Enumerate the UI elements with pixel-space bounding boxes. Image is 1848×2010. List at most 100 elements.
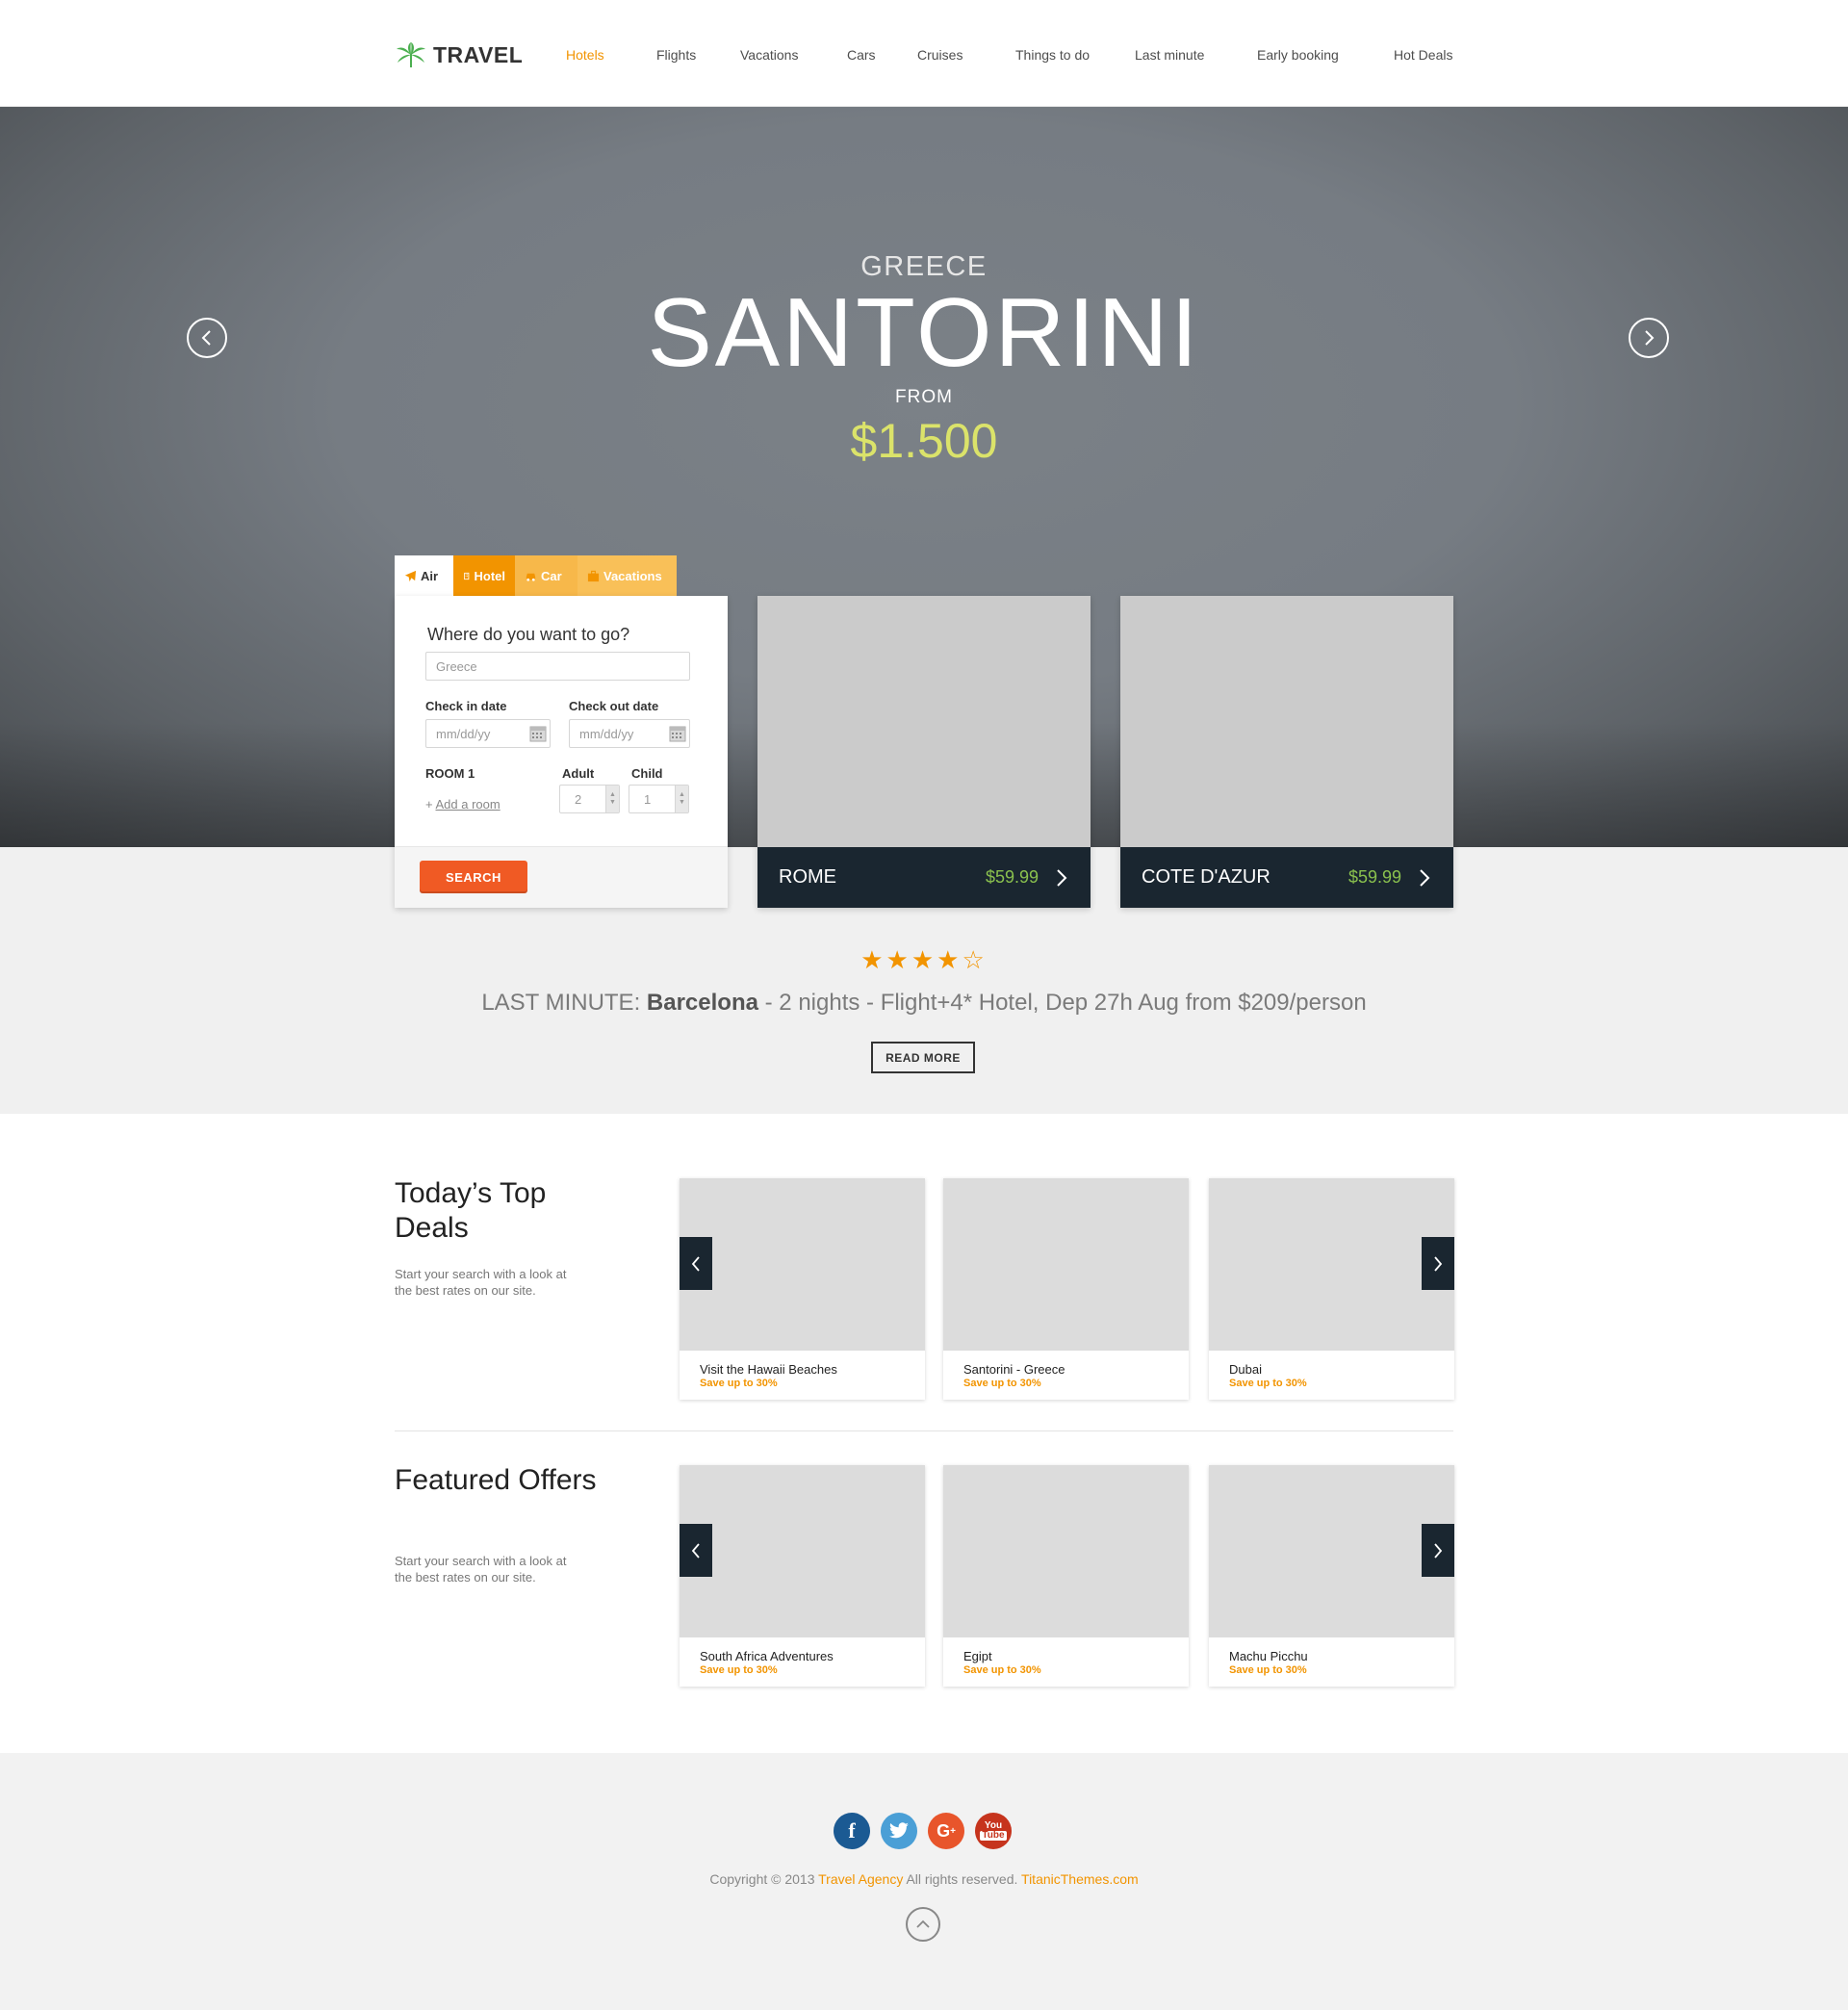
destination-input[interactable]: Greece (425, 652, 690, 681)
adult-value: 2 (575, 791, 582, 807)
destination-card[interactable]: COTE D'AZUR $59.99 (1120, 596, 1453, 908)
site-link[interactable]: TitanicThemes.com (1021, 1871, 1139, 1887)
car-icon (526, 573, 536, 581)
hero-prev-button[interactable] (187, 318, 227, 358)
copyright-rights: All rights reserved. (906, 1871, 1018, 1887)
tab-air[interactable]: Air (395, 555, 453, 596)
offer-title: Egipt (963, 1649, 992, 1663)
logo[interactable]: TRAVEL (395, 39, 523, 71)
youtube-icon[interactable]: You Tube (975, 1813, 1012, 1849)
facebook-icon[interactable]: f (834, 1813, 870, 1849)
offer-subtitle: Save up to 30% (700, 1664, 778, 1676)
deal-title: Santorini - Greece (963, 1362, 1065, 1377)
chevron-up-icon (916, 1920, 930, 1928)
checkin-input[interactable]: mm/dd/yy (425, 719, 551, 748)
tab-hotel[interactable]: Hotel (453, 555, 515, 596)
nav-cars[interactable]: Cars (847, 47, 876, 63)
search-tabs: Air Hotel Car Vacations (395, 555, 677, 596)
rating-stars: ★★★★☆ (860, 945, 988, 974)
room-label: ROOM 1 (425, 766, 475, 781)
checkout-input[interactable]: mm/dd/yy (569, 719, 690, 748)
twitter-icon[interactable] (881, 1813, 917, 1849)
read-more-button[interactable]: READ MORE (871, 1042, 975, 1073)
deal-title: Dubai (1229, 1362, 1262, 1377)
building-icon (464, 572, 470, 580)
nav-cruises[interactable]: Cruises (917, 47, 962, 63)
calendar-icon[interactable] (528, 724, 548, 743)
nav-last-minute[interactable]: Last minute (1135, 47, 1204, 63)
top-deals-description: Start your search with a look at the bes… (395, 1267, 567, 1298)
logo-text: TRAVEL (433, 41, 524, 67)
offer-subtitle: Save up to 30% (963, 1664, 1041, 1676)
tab-vacations[interactable]: Vacations (578, 555, 677, 596)
adult-label: Adult (562, 766, 595, 781)
search-form: Where do you want to go? Greece Check in… (395, 596, 728, 908)
featured-prev-button[interactable] (680, 1524, 712, 1577)
deal-card[interactable]: Visit the Hawaii Beaches Save up to 30% (680, 1178, 925, 1400)
hero-next-button[interactable] (1629, 318, 1669, 358)
destination-price: $59.99 (985, 867, 1039, 887)
checkout-placeholder: mm/dd/yy (579, 726, 634, 741)
top-deals-title: Today’s Top Deals (395, 1177, 547, 1244)
chevron-right-icon (1645, 330, 1655, 346)
destination-card[interactable]: ROME $59.99 (757, 596, 1091, 908)
deal-title: Visit the Hawaii Beaches (700, 1362, 837, 1377)
checkin-label: Check in date (425, 699, 507, 713)
checkin-placeholder: mm/dd/yy (436, 726, 491, 741)
chevron-left-icon (201, 330, 211, 346)
destination-bar: COTE D'AZUR $59.99 (1120, 847, 1453, 908)
top-deals-next-button[interactable] (1422, 1237, 1454, 1290)
search-footer: SEARCH (395, 846, 728, 908)
chevron-right-icon (1434, 1255, 1443, 1272)
agency-link[interactable]: Travel Agency (818, 1871, 903, 1887)
child-value: 1 (644, 791, 652, 807)
chevron-left-icon (691, 1542, 700, 1559)
calendar-icon[interactable] (668, 724, 687, 743)
deal-image (943, 1178, 1189, 1351)
twitter-bird-icon (889, 1822, 909, 1839)
destination-bar: ROME $59.99 (757, 847, 1091, 908)
adult-stepper[interactable]: 2 ▲ ▼ (559, 785, 620, 813)
last-minute-place: Barcelona (646, 990, 758, 1016)
hero-from-label: FROM (895, 387, 953, 407)
chevron-right-icon (1420, 869, 1430, 887)
checkout-label: Check out date (569, 699, 659, 713)
last-minute-offer: LAST MINUTE: Barcelona - 2 nights - Flig… (0, 990, 1848, 1017)
tab-hotel-label: Hotel (474, 568, 506, 583)
plane-icon (404, 570, 417, 581)
nav-hot-deals[interactable]: Hot Deals (1394, 47, 1452, 63)
offer-card[interactable]: Machu Picchu Save up to 30% (1209, 1465, 1454, 1687)
featured-next-button[interactable] (1422, 1524, 1454, 1577)
offer-title: Machu Picchu (1229, 1649, 1308, 1663)
nav-early-booking[interactable]: Early booking (1257, 47, 1339, 63)
tab-car[interactable]: Car (515, 555, 578, 596)
deal-image (680, 1178, 925, 1351)
destination-price: $59.99 (1348, 867, 1401, 887)
search-button[interactable]: SEARCH (420, 861, 527, 893)
tab-air-label: Air (421, 568, 439, 583)
deal-image (1209, 1178, 1454, 1351)
child-stepper[interactable]: 1 ▲ ▼ (629, 785, 689, 813)
add-room-text: Add a room (435, 797, 500, 812)
copyright-prefix: Copyright © 2013 (709, 1871, 815, 1887)
nav-flights[interactable]: Flights (656, 47, 696, 63)
top-deals-prev-button[interactable] (680, 1237, 712, 1290)
deal-card[interactable]: Santorini - Greece Save up to 30% (943, 1178, 1189, 1400)
add-room-link[interactable]: + Add a room (425, 797, 500, 812)
tab-car-label: Car (541, 568, 562, 583)
stepper-arrows-icon[interactable]: ▲ ▼ (675, 786, 688, 812)
nav-vacations[interactable]: Vacations (740, 47, 798, 63)
offer-card[interactable]: Egipt Save up to 30% (943, 1465, 1189, 1687)
nav-hotels[interactable]: Hotels (566, 47, 604, 63)
stepper-arrows-icon[interactable]: ▲ ▼ (605, 786, 619, 812)
google-plus-icon[interactable]: G + (928, 1813, 964, 1849)
palm-logo-icon (397, 42, 425, 67)
nav-things-to-do[interactable]: Things to do (1015, 47, 1090, 63)
featured-description: Start your search with a look at the bes… (395, 1554, 567, 1585)
offer-card[interactable]: South Africa Adventures Save up to 30% (680, 1465, 925, 1687)
offer-subtitle: Save up to 30% (1229, 1664, 1307, 1676)
hero-price: $1.500 (850, 414, 998, 468)
back-to-top-button[interactable] (906, 1907, 940, 1942)
deal-card[interactable]: Dubai Save up to 30% (1209, 1178, 1454, 1400)
offer-title: South Africa Adventures (700, 1649, 834, 1663)
